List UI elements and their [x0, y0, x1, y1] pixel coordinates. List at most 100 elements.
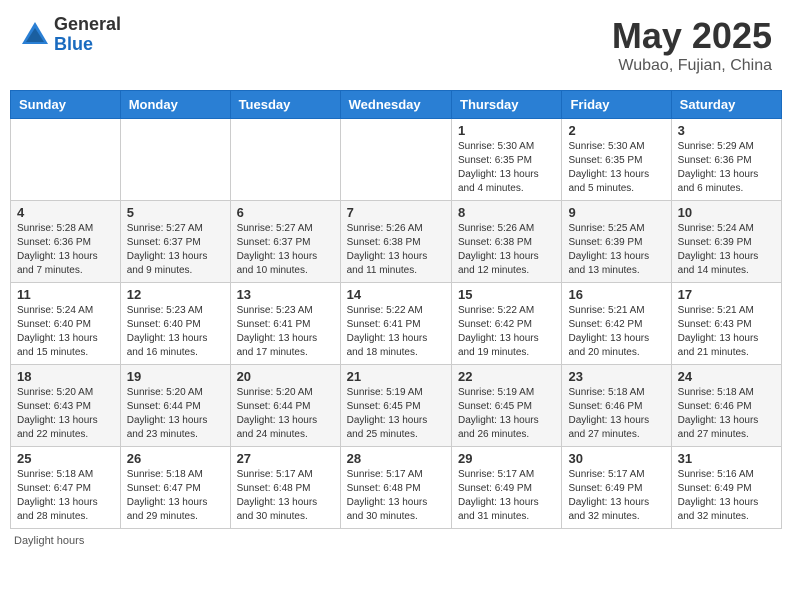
- day-info: Sunrise: 5:18 AM Sunset: 6:46 PM Dayligh…: [568, 386, 664, 442]
- day-number: 22: [458, 369, 555, 384]
- day-info: Sunrise: 5:18 AM Sunset: 6:47 PM Dayligh…: [17, 468, 114, 524]
- day-number: 30: [568, 451, 664, 466]
- day-of-week-header: Wednesday: [340, 91, 451, 119]
- calendar-cell: 1 Sunrise: 5:30 AM Sunset: 6:35 PM Daylig…: [452, 119, 562, 201]
- day-info: Sunrise: 5:20 AM Sunset: 6:43 PM Dayligh…: [17, 386, 114, 442]
- day-info: Sunrise: 5:30 AM Sunset: 6:35 PM Dayligh…: [458, 140, 555, 196]
- day-info: Sunrise: 5:18 AM Sunset: 6:46 PM Dayligh…: [678, 386, 775, 442]
- calendar-cell: [230, 119, 340, 201]
- day-info: Sunrise: 5:26 AM Sunset: 6:38 PM Dayligh…: [347, 222, 445, 278]
- calendar-cell: 21 Sunrise: 5:19 AM Sunset: 6:45 PM Dayli…: [340, 365, 451, 447]
- day-number: 7: [347, 205, 445, 220]
- calendar-cell: 9 Sunrise: 5:25 AM Sunset: 6:39 PM Daylig…: [562, 201, 671, 283]
- day-number: 11: [17, 287, 114, 302]
- day-number: 25: [17, 451, 114, 466]
- day-info: Sunrise: 5:22 AM Sunset: 6:42 PM Dayligh…: [458, 304, 555, 360]
- day-number: 24: [678, 369, 775, 384]
- calendar-cell: 11 Sunrise: 5:24 AM Sunset: 6:40 PM Dayli…: [11, 283, 121, 365]
- logo-icon: [20, 20, 50, 50]
- day-info: Sunrise: 5:16 AM Sunset: 6:49 PM Dayligh…: [678, 468, 775, 524]
- calendar-cell: 13 Sunrise: 5:23 AM Sunset: 6:41 PM Dayli…: [230, 283, 340, 365]
- day-number: 21: [347, 369, 445, 384]
- day-info: Sunrise: 5:17 AM Sunset: 6:48 PM Dayligh…: [347, 468, 445, 524]
- month-title: May 2025: [612, 15, 772, 57]
- calendar-cell: 23 Sunrise: 5:18 AM Sunset: 6:46 PM Dayli…: [562, 365, 671, 447]
- day-info: Sunrise: 5:18 AM Sunset: 6:47 PM Dayligh…: [127, 468, 224, 524]
- calendar-cell: [120, 119, 230, 201]
- calendar-cell: 4 Sunrise: 5:28 AM Sunset: 6:36 PM Daylig…: [11, 201, 121, 283]
- calendar-cell: 19 Sunrise: 5:20 AM Sunset: 6:44 PM Dayli…: [120, 365, 230, 447]
- day-number: 19: [127, 369, 224, 384]
- location-subtitle: Wubao, Fujian, China: [612, 57, 772, 75]
- day-number: 9: [568, 205, 664, 220]
- day-info: Sunrise: 5:26 AM Sunset: 6:38 PM Dayligh…: [458, 222, 555, 278]
- day-number: 20: [237, 369, 334, 384]
- day-number: 6: [237, 205, 334, 220]
- day-number: 10: [678, 205, 775, 220]
- day-info: Sunrise: 5:20 AM Sunset: 6:44 PM Dayligh…: [127, 386, 224, 442]
- day-info: Sunrise: 5:21 AM Sunset: 6:43 PM Dayligh…: [678, 304, 775, 360]
- day-info: Sunrise: 5:25 AM Sunset: 6:39 PM Dayligh…: [568, 222, 664, 278]
- day-info: Sunrise: 5:27 AM Sunset: 6:37 PM Dayligh…: [237, 222, 334, 278]
- day-info: Sunrise: 5:20 AM Sunset: 6:44 PM Dayligh…: [237, 386, 334, 442]
- calendar-cell: 26 Sunrise: 5:18 AM Sunset: 6:47 PM Dayli…: [120, 447, 230, 529]
- day-number: 28: [347, 451, 445, 466]
- calendar-cell: [340, 119, 451, 201]
- day-of-week-header: Sunday: [11, 91, 121, 119]
- logo-blue-text: Blue: [54, 35, 121, 55]
- day-number: 16: [568, 287, 664, 302]
- calendar-cell: 18 Sunrise: 5:20 AM Sunset: 6:43 PM Dayli…: [11, 365, 121, 447]
- footer: Daylight hours: [10, 535, 782, 547]
- day-info: Sunrise: 5:28 AM Sunset: 6:36 PM Dayligh…: [17, 222, 114, 278]
- calendar-cell: 12 Sunrise: 5:23 AM Sunset: 6:40 PM Dayli…: [120, 283, 230, 365]
- calendar-week-row: 11 Sunrise: 5:24 AM Sunset: 6:40 PM Dayli…: [11, 283, 782, 365]
- day-info: Sunrise: 5:24 AM Sunset: 6:40 PM Dayligh…: [17, 304, 114, 360]
- day-info: Sunrise: 5:19 AM Sunset: 6:45 PM Dayligh…: [347, 386, 445, 442]
- day-number: 31: [678, 451, 775, 466]
- page-header: General Blue May 2025 Wubao, Fujian, Chi…: [10, 10, 782, 80]
- calendar-week-row: 4 Sunrise: 5:28 AM Sunset: 6:36 PM Daylig…: [11, 201, 782, 283]
- calendar-week-row: 1 Sunrise: 5:30 AM Sunset: 6:35 PM Daylig…: [11, 119, 782, 201]
- day-info: Sunrise: 5:22 AM Sunset: 6:41 PM Dayligh…: [347, 304, 445, 360]
- calendar-cell: 25 Sunrise: 5:18 AM Sunset: 6:47 PM Dayli…: [11, 447, 121, 529]
- calendar-cell: [11, 119, 121, 201]
- day-number: 14: [347, 287, 445, 302]
- day-number: 13: [237, 287, 334, 302]
- calendar-cell: 20 Sunrise: 5:20 AM Sunset: 6:44 PM Dayli…: [230, 365, 340, 447]
- day-number: 3: [678, 123, 775, 138]
- day-number: 12: [127, 287, 224, 302]
- calendar-header-row: SundayMondayTuesdayWednesdayThursdayFrid…: [11, 91, 782, 119]
- day-info: Sunrise: 5:29 AM Sunset: 6:36 PM Dayligh…: [678, 140, 775, 196]
- day-number: 18: [17, 369, 114, 384]
- day-number: 4: [17, 205, 114, 220]
- day-info: Sunrise: 5:24 AM Sunset: 6:39 PM Dayligh…: [678, 222, 775, 278]
- calendar-cell: 7 Sunrise: 5:26 AM Sunset: 6:38 PM Daylig…: [340, 201, 451, 283]
- calendar-table: SundayMondayTuesdayWednesdayThursdayFrid…: [10, 90, 782, 529]
- day-of-week-header: Tuesday: [230, 91, 340, 119]
- day-info: Sunrise: 5:23 AM Sunset: 6:40 PM Dayligh…: [127, 304, 224, 360]
- day-info: Sunrise: 5:17 AM Sunset: 6:49 PM Dayligh…: [458, 468, 555, 524]
- calendar-week-row: 25 Sunrise: 5:18 AM Sunset: 6:47 PM Dayli…: [11, 447, 782, 529]
- day-number: 26: [127, 451, 224, 466]
- calendar-cell: 28 Sunrise: 5:17 AM Sunset: 6:48 PM Dayli…: [340, 447, 451, 529]
- calendar-cell: 29 Sunrise: 5:17 AM Sunset: 6:49 PM Dayli…: [452, 447, 562, 529]
- daylight-label: Daylight hours: [14, 535, 84, 547]
- day-info: Sunrise: 5:23 AM Sunset: 6:41 PM Dayligh…: [237, 304, 334, 360]
- day-number: 1: [458, 123, 555, 138]
- calendar-cell: 16Sunrise: 5:21 AM Sunset: 6:42 PM Dayli…: [562, 283, 671, 365]
- day-info: Sunrise: 5:17 AM Sunset: 6:48 PM Dayligh…: [237, 468, 334, 524]
- calendar-cell: 31 Sunrise: 5:16 AM Sunset: 6:49 PM Dayli…: [671, 447, 781, 529]
- day-number: 29: [458, 451, 555, 466]
- calendar-cell: 22 Sunrise: 5:19 AM Sunset: 6:45 PM Dayli…: [452, 365, 562, 447]
- day-number: 23: [568, 369, 664, 384]
- day-info: Sunrise: 5:19 AM Sunset: 6:45 PM Dayligh…: [458, 386, 555, 442]
- calendar-cell: 5Sunrise: 5:27 AM Sunset: 6:37 PM Daylig…: [120, 201, 230, 283]
- day-number: 15: [458, 287, 555, 302]
- calendar-cell: 14 Sunrise: 5:22 AM Sunset: 6:41 PM Dayli…: [340, 283, 451, 365]
- calendar-cell: 6 Sunrise: 5:27 AM Sunset: 6:37 PM Daylig…: [230, 201, 340, 283]
- calendar-cell: 3 Sunrise: 5:29 AM Sunset: 6:36 PM Daylig…: [671, 119, 781, 201]
- day-number: 5: [127, 205, 224, 220]
- title-area: May 2025 Wubao, Fujian, China: [612, 15, 772, 75]
- calendar-cell: 10 Sunrise: 5:24 AM Sunset: 6:39 PM Dayli…: [671, 201, 781, 283]
- day-of-week-header: Saturday: [671, 91, 781, 119]
